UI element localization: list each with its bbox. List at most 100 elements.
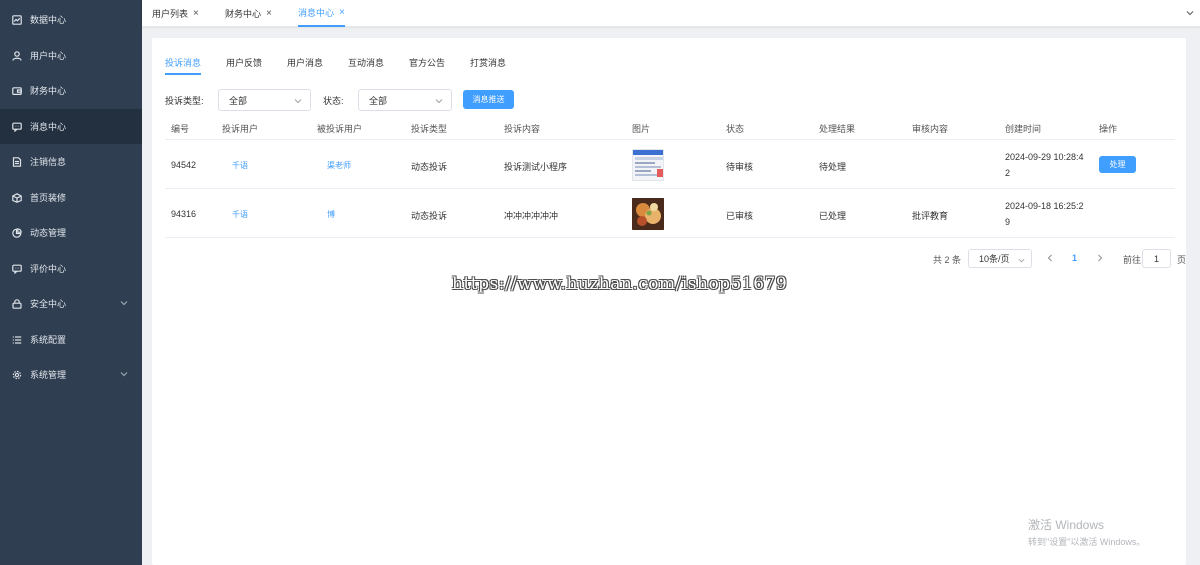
cell-target-user-link[interactable]: 博: [327, 209, 335, 220]
column-header: 操作: [1099, 124, 1118, 134]
sidebar-item-finance-center[interactable]: 财务中心: [0, 73, 142, 108]
complaint-type-select[interactable]: 全部: [218, 89, 311, 111]
process-button[interactable]: 处理: [1099, 156, 1136, 173]
cell-id: 94542: [171, 160, 197, 170]
cell-content: 投诉测试小程序: [504, 162, 568, 172]
sidebar-item-label: 首页装修: [30, 193, 67, 203]
sidebar-item-label: 财务中心: [30, 86, 67, 96]
tab-official-announcements[interactable]: 官方公告: [409, 56, 445, 75]
sidebar-item-system-management[interactable]: 系统管理: [0, 357, 142, 392]
sidebar-item-label: 用户中心: [30, 51, 67, 61]
cell-id: 94316: [171, 209, 197, 219]
tab-label: 消息中心: [298, 8, 335, 18]
cell-created-time: 2024-09-29 10:28:4: [1005, 152, 1084, 162]
watermark-text: https://www.huzhan.com/ishop51679: [452, 274, 788, 294]
tab-user-messages[interactable]: 用户消息: [287, 56, 323, 75]
cell-content: 冲冲冲冲冲冲: [504, 211, 559, 221]
goto-label: 前往: [1123, 255, 1142, 265]
column-header: 投诉内容: [504, 124, 541, 134]
sidebar-item-security-center[interactable]: 安全中心: [0, 286, 142, 321]
chevron-down-icon[interactable]: [1186, 9, 1194, 17]
sidebar-item-label: 系统配置: [30, 335, 67, 345]
close-icon[interactable]: ×: [266, 8, 272, 19]
complaint-type-label: 投诉类型:: [165, 96, 204, 106]
table-row: 94316 千语 博 动态投诉 冲冲冲冲冲冲 已审核 已处理 批评教育 2024…: [165, 189, 1175, 238]
tab-complaint-messages[interactable]: 投诉消息: [165, 56, 202, 75]
cell-created-time-wrap: 2: [1005, 168, 1011, 178]
prev-page-icon[interactable]: [1046, 254, 1054, 262]
cell-result: 待处理: [819, 162, 847, 172]
cell-review: 批评教育: [912, 211, 949, 221]
column-header: 投诉类型: [411, 124, 448, 134]
sidebar-item-system-config[interactable]: 系统配置: [0, 322, 142, 357]
cell-type: 动态投诉: [411, 211, 448, 221]
tab-user-list[interactable]: 用户列表 ×: [152, 0, 199, 27]
cell-status: 已审核: [726, 211, 754, 221]
complaint-image-thumbnail[interactable]: [632, 198, 664, 230]
tab-user-feedback[interactable]: 用户反馈: [226, 56, 262, 75]
sidebar-item-data-center[interactable]: 数据中心: [0, 2, 142, 37]
table-header: 编号 投诉用户 被投诉用户 投诉类型 投诉内容 图片 状态 处理结果 审核内容 …: [165, 116, 1175, 140]
lock-icon: [12, 298, 22, 309]
filter-bar: 投诉类型: 全部 状态: 全部 消息推送: [165, 89, 765, 111]
message-push-button[interactable]: 消息推送: [463, 90, 514, 109]
sidebar-item-homepage-decoration[interactable]: 首页装修: [0, 180, 142, 215]
column-header: 审核内容: [912, 124, 949, 134]
chevron-down-icon: [435, 97, 443, 105]
box-icon: [12, 192, 22, 203]
cell-created-time: 2024-09-18 16:25:2: [1005, 201, 1084, 211]
chart-icon: [12, 14, 22, 25]
next-page-icon[interactable]: [1096, 254, 1104, 262]
sidebar-item-cancellation-info[interactable]: 注销信息: [0, 144, 142, 179]
chevron-down-icon: [1018, 256, 1025, 263]
complaint-image-thumbnail[interactable]: [632, 149, 664, 181]
sidebar: 数据中心 用户中心 财务中心 消息中心 注销信息 首页装修 动态管理 评价中心 …: [0, 0, 142, 565]
tab-reward-messages[interactable]: 打赏消息: [470, 56, 506, 75]
tab-label: 用户列表: [152, 9, 189, 19]
sidebar-item-review-center[interactable]: 评价中心: [0, 251, 142, 286]
chevron-down-icon: [120, 370, 128, 378]
sidebar-item-label: 评价中心: [30, 264, 67, 274]
column-header: 编号: [171, 124, 190, 134]
chevron-down-icon: [120, 299, 128, 307]
column-header: 投诉用户: [222, 124, 259, 134]
tab-interaction-messages[interactable]: 互动消息: [348, 56, 384, 75]
message-icon: [12, 122, 22, 132]
complaint-type-value: 全部: [229, 95, 248, 106]
sidebar-item-dynamic-management[interactable]: 动态管理: [0, 215, 142, 250]
sidebar-item-user-center[interactable]: 用户中心: [0, 38, 142, 73]
sidebar-item-label: 动态管理: [30, 228, 67, 238]
close-icon[interactable]: ×: [339, 7, 345, 18]
activation-subtitle: 转到"设置"以激活 Windows。: [1028, 537, 1146, 547]
cell-user-link[interactable]: 千语: [232, 209, 248, 220]
activation-title: 激活 Windows: [1028, 518, 1105, 532]
gear-icon: [12, 370, 22, 380]
sidebar-item-label: 系统管理: [30, 370, 67, 380]
sidebar-item-message-center[interactable]: 消息中心: [0, 109, 142, 144]
list-icon: [12, 335, 22, 345]
cell-result: 已处理: [819, 211, 847, 221]
tab-finance-center[interactable]: 财务中心 ×: [225, 0, 272, 27]
main-panel: 投诉消息 用户反馈 用户消息 互动消息 官方公告 打赏消息 投诉类型: 全部 状…: [152, 38, 1186, 565]
windows-activation-notice: 激活 Windows 转到"设置"以激活 Windows。: [1028, 516, 1145, 548]
cell-target-user-link[interactable]: 渠老师: [327, 160, 351, 171]
status-select[interactable]: 全部: [358, 89, 452, 111]
wallet-icon: [12, 86, 22, 96]
goto-page-input[interactable]: 1: [1142, 249, 1171, 268]
column-header: 被投诉用户: [317, 124, 363, 134]
sidebar-item-label: 注销信息: [30, 157, 67, 167]
cell-user-link[interactable]: 千语: [232, 160, 248, 171]
sidebar-item-label: 消息中心: [30, 122, 67, 132]
sidebar-item-label: 安全中心: [30, 299, 67, 309]
page-size-select[interactable]: 10条/页: [968, 249, 1032, 268]
cell-status: 待审核: [726, 162, 754, 172]
tab-message-center[interactable]: 消息中心 ×: [298, 0, 345, 27]
close-icon[interactable]: ×: [193, 8, 199, 19]
comment-icon: [12, 264, 22, 274]
page-number-current[interactable]: 1: [1072, 253, 1077, 263]
tab-bar: 用户列表 × 财务中心 × 消息中心 ×: [142, 0, 1200, 27]
page-suffix-label: 页: [1177, 255, 1187, 265]
status-label: 状态:: [323, 96, 344, 106]
food-photo-graphic: [632, 198, 664, 230]
sidebar-item-label: 数据中心: [30, 15, 67, 25]
